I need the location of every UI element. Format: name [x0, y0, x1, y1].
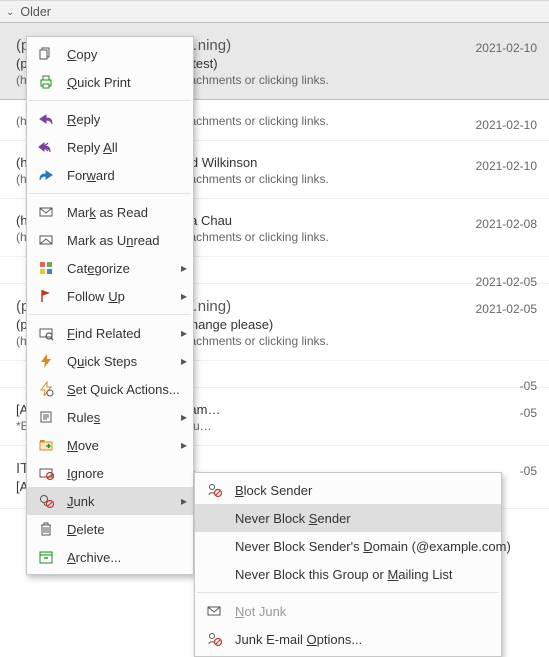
junk-submenu: Block Sender Never Block Sender Never Bloc… [194, 472, 502, 657]
notjunk-icon [205, 602, 223, 620]
blank-icon [205, 537, 223, 555]
menu-separator [29, 314, 191, 315]
mail-date: 2021-02-05 [476, 302, 537, 316]
find-icon [37, 324, 55, 342]
menu-item-label: Never Block this Group or Mailing List [235, 567, 473, 582]
move-icon [37, 436, 55, 454]
delete-icon [37, 520, 55, 538]
junk-item-never-block-this-group-or-mailing-list[interactable]: Never Block this Group or Mailing List [195, 560, 501, 588]
menu-item-label: Quick Print [67, 75, 165, 90]
archive-icon [37, 548, 55, 566]
menu-item-delete[interactable]: Delete [27, 515, 193, 543]
replyall-icon [37, 138, 55, 156]
menu-item-label: Junk [67, 494, 165, 509]
submenu-arrow-icon: ▸ [181, 282, 187, 310]
menu-separator [29, 193, 191, 194]
categorize-icon [37, 259, 55, 277]
ignore-icon [37, 464, 55, 482]
menu-item-label: Set Quick Actions... [67, 382, 180, 397]
menu-item-label: Find Related [67, 326, 165, 341]
block-icon [205, 481, 223, 499]
reply-icon [37, 110, 55, 128]
rules-icon [37, 408, 55, 426]
menu-item-reply[interactable]: Reply [27, 105, 193, 133]
menu-item-label: Block Sender [235, 483, 473, 498]
menu-separator [197, 592, 499, 593]
mail-date: 2021-02-10 [476, 118, 537, 132]
menu-separator [29, 100, 191, 101]
copy-icon [37, 45, 55, 63]
menu-item-label: Archive... [67, 550, 165, 565]
menu-item-mark-as-unread[interactable]: Mark as Unread [27, 226, 193, 254]
menu-item-mark-as-read[interactable]: Mark as Read [27, 198, 193, 226]
menu-item-archive[interactable]: Archive... [27, 543, 193, 571]
submenu-arrow-icon: ▸ [181, 347, 187, 375]
junk-item-never-block-sender-s-domain-example-com[interactable]: Never Block Sender's Domain (@example.co… [195, 532, 501, 560]
menu-item-rules[interactable]: Rules ▸ [27, 403, 193, 431]
menu-item-label: Move [67, 438, 165, 453]
menu-item-label: Reply All [67, 140, 165, 155]
context-menu: Copy Quick Print Reply Reply All Forward Mark… [26, 36, 194, 575]
blank-icon [205, 565, 223, 583]
menu-item-move[interactable]: Move ▸ [27, 431, 193, 459]
junk-icon [37, 492, 55, 510]
menu-item-forward[interactable]: Forward [27, 161, 193, 189]
unread-icon [37, 231, 55, 249]
submenu-arrow-icon: ▸ [181, 319, 187, 347]
menu-item-label: Copy [67, 47, 165, 62]
menu-item-follow-up[interactable]: Follow Up ▸ [27, 282, 193, 310]
menu-item-label: Never Block Sender [235, 511, 473, 526]
mail-date: 2021-02-10 [476, 159, 537, 173]
quicksteps-icon [37, 352, 55, 370]
mail-date: -05 [520, 464, 537, 478]
menu-item-reply-all[interactable]: Reply All [27, 133, 193, 161]
group-header-label: Older [20, 5, 51, 19]
menu-item-quick-print[interactable]: Quick Print [27, 68, 193, 96]
menu-item-junk[interactable]: Junk ▸ [27, 487, 193, 515]
menu-item-label: Rules [67, 410, 165, 425]
junk-item-block-sender[interactable]: Block Sender [195, 476, 501, 504]
options-icon [205, 630, 223, 648]
mail-date: 2021-02-10 [476, 41, 537, 55]
mail-date: -05 [520, 406, 537, 420]
menu-item-label: Ignore [67, 466, 165, 481]
menu-item-quick-steps[interactable]: Quick Steps ▸ [27, 347, 193, 375]
junk-item-junk-e-mail-options[interactable]: Junk E-mail Options... [195, 625, 501, 653]
menu-item-copy[interactable]: Copy [27, 40, 193, 68]
menu-item-label: Quick Steps [67, 354, 165, 369]
junk-item-not-junk: Not Junk [195, 597, 501, 625]
flag-icon [37, 287, 55, 305]
print-icon [37, 73, 55, 91]
chevron-down-icon: ⌄ [6, 7, 14, 18]
menu-item-label: Junk E-mail Options... [235, 632, 473, 647]
menu-item-label: Forward [67, 168, 165, 183]
forward-icon [37, 166, 55, 184]
junk-item-never-block-sender[interactable]: Never Block Sender [195, 504, 501, 532]
menu-item-find-related[interactable]: Find Related ▸ [27, 319, 193, 347]
submenu-arrow-icon: ▸ [181, 403, 187, 431]
quickactions-icon [37, 380, 55, 398]
menu-item-label: Mark as Read [67, 205, 165, 220]
menu-item-label: Delete [67, 522, 165, 537]
mail-date: 2021-02-08 [476, 217, 537, 231]
menu-item-label: Never Block Sender's Domain (@example.co… [235, 539, 511, 554]
menu-item-label: Categorize [67, 261, 165, 276]
menu-item-label: Reply [67, 112, 165, 127]
read-icon [37, 203, 55, 221]
submenu-arrow-icon: ▸ [181, 431, 187, 459]
menu-item-set-quick-actions[interactable]: Set Quick Actions... [27, 375, 193, 403]
group-header-older[interactable]: ⌄ Older [0, 0, 549, 24]
submenu-arrow-icon: ▸ [181, 487, 187, 515]
menu-item-categorize[interactable]: Categorize ▸ [27, 254, 193, 282]
menu-item-label: Follow Up [67, 289, 165, 304]
menu-item-ignore[interactable]: Ignore [27, 459, 193, 487]
blank-icon [205, 509, 223, 527]
submenu-arrow-icon: ▸ [181, 254, 187, 282]
menu-item-label: Mark as Unread [67, 233, 165, 248]
menu-item-label: Not Junk [235, 604, 473, 619]
